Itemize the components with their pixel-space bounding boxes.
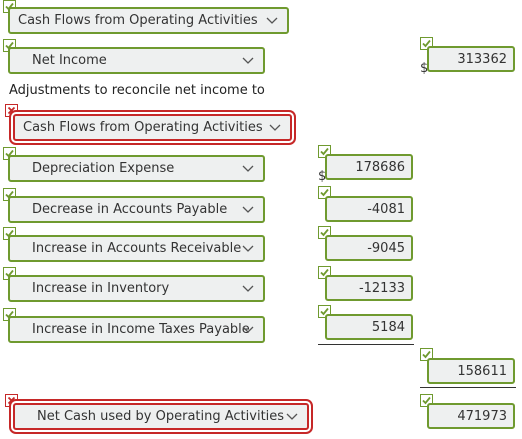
income-taxes-payable-select-label: Increase in Income Taxes Payable [32,322,250,337]
chevron-down-icon [242,245,254,252]
net-cash-select[interactable]: Net Cash used by Operating Activities [13,403,309,430]
net-income-amount-input[interactable] [427,46,515,72]
chevron-down-icon [269,124,281,131]
depreciation-select[interactable]: Depreciation Expense [8,155,265,182]
inventory-select-label: Increase in Inventory [32,281,170,296]
accounts-payable-select[interactable]: Decrease in Accounts Payable [8,196,265,223]
chevron-down-icon [286,413,298,420]
net-cash-amount-input[interactable] [427,403,515,429]
income-taxes-payable-select[interactable]: Increase in Income Taxes Payable [8,316,265,343]
inventory-amount-input[interactable] [325,275,413,301]
chevron-down-icon [242,57,254,64]
income-taxes-payable-amount-input[interactable] [325,314,413,340]
net-income-select[interactable]: Net Income [8,47,265,74]
header-section-select-label: Cash Flows from Operating Activities [18,13,258,28]
adjustments-select[interactable]: Cash Flows from Operating Activities [13,114,292,141]
chevron-down-icon [266,17,278,24]
accounts-receivable-select-label: Increase in Accounts Receivable [32,241,242,256]
chevron-down-icon [242,326,254,333]
chevron-down-icon [242,285,254,292]
chevron-down-icon [242,206,254,213]
depreciation-select-label: Depreciation Expense [32,161,175,176]
adjustments-label: Adjustments to reconcile net income to [9,83,265,98]
inventory-select[interactable]: Increase in Inventory [8,275,265,302]
header-section-select[interactable]: Cash Flows from Operating Activities [8,7,289,34]
total-adjustments-amount-input[interactable] [427,358,515,384]
subtotal-underline [318,344,414,345]
adjustments-select-label: Cash Flows from Operating Activities [23,120,263,135]
accounts-payable-select-label: Decrease in Accounts Payable [32,202,228,217]
accounts-receivable-amount-input[interactable] [325,235,413,261]
total-underline [420,387,516,388]
net-cash-select-label: Net Cash used by Operating Activities [37,409,285,424]
depreciation-amount-input[interactable] [325,154,413,180]
accounts-receivable-select[interactable]: Increase in Accounts Receivable [8,235,265,262]
accounts-payable-amount-input[interactable] [325,196,413,222]
chevron-down-icon [242,165,254,172]
net-income-select-label: Net Income [32,53,107,68]
